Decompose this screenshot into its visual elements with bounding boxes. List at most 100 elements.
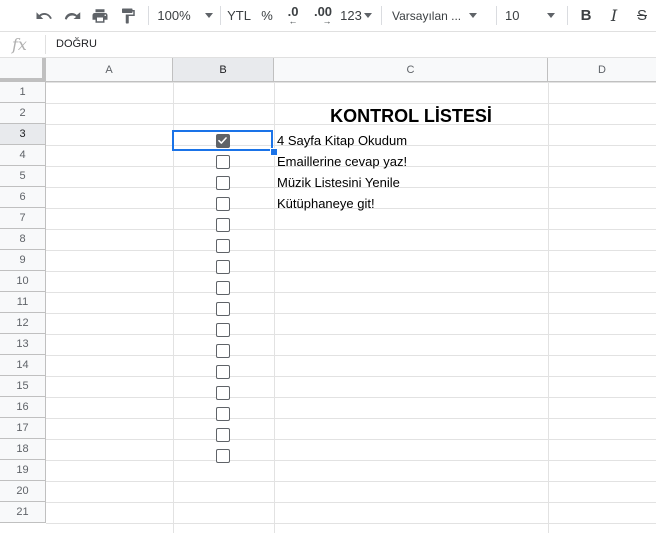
strikethrough-icon: S [636, 7, 647, 24]
row-label: 9 [19, 254, 26, 266]
spreadsheet-grid[interactable]: A B C D 1 2 3 4 5 6 7 8 9 10 11 12 13 14 15 16 17 18 19 20 2… [0, 58, 656, 533]
italic-button[interactable]: I [604, 0, 624, 31]
row-header[interactable]: 9 [0, 250, 46, 271]
checkbox[interactable] [216, 217, 230, 232]
row-label: 20 [16, 485, 29, 497]
arrow-right-icon: → [322, 16, 332, 26]
row-label: 11 [16, 296, 29, 308]
zoom-select[interactable]: 100% [155, 0, 215, 31]
row-header[interactable]: 1 [0, 82, 46, 103]
row-label: 18 [16, 443, 29, 455]
toolbar-divider [220, 6, 221, 25]
number-format-select[interactable]: 123 [338, 0, 374, 31]
row-header[interactable]: 18 [0, 439, 46, 460]
row-header[interactable]: 5 [0, 166, 46, 187]
column-label: A [105, 63, 113, 76]
checkbox[interactable] [216, 322, 230, 337]
redo-icon[interactable] [60, 0, 84, 31]
bold-button[interactable]: B [576, 0, 596, 31]
row-label: 21 [16, 506, 29, 518]
formula-bar: fx DOĞRU [0, 31, 656, 58]
chevron-down-icon [204, 13, 213, 18]
row-label: 17 [16, 422, 29, 434]
checkbox[interactable] [216, 301, 230, 316]
row-header[interactable]: 12 [0, 313, 46, 334]
toolbar-divider [381, 6, 382, 25]
column-header-d[interactable]: D [548, 58, 656, 82]
checkbox[interactable] [216, 343, 230, 358]
currency-label: YTL [227, 8, 251, 23]
undo-icon[interactable] [32, 0, 56, 31]
decrease-decimal-button[interactable]: .0 ← [282, 0, 304, 31]
font-family-value: Varsayılan ... [392, 8, 462, 23]
row-header[interactable]: 11 [0, 292, 46, 313]
sheet-title[interactable]: KONTROL LİSTESİ [274, 106, 548, 127]
column-header-a[interactable]: A [46, 58, 173, 82]
paint-format-icon[interactable] [116, 0, 140, 31]
font-size-select[interactable]: 10 [505, 0, 561, 31]
row-label: 8 [19, 233, 26, 245]
strikethrough-button[interactable]: S [632, 0, 652, 31]
arrow-left-icon: ← [288, 16, 298, 26]
checkbox[interactable] [216, 259, 230, 274]
select-all-corner[interactable] [0, 58, 46, 82]
row-header[interactable]: 8 [0, 229, 46, 250]
row-header[interactable]: 14 [0, 355, 46, 376]
row-label: 2 [19, 107, 26, 119]
row-header[interactable]: 17 [0, 418, 46, 439]
row-label: 1 [19, 86, 26, 98]
row-label: 7 [19, 212, 26, 224]
row-header[interactable]: 13 [0, 334, 46, 355]
fill-handle[interactable] [270, 148, 278, 156]
checkbox[interactable] [216, 427, 230, 442]
row-label: 5 [19, 170, 26, 182]
column-label: D [598, 63, 606, 76]
row-header[interactable]: 6 [0, 187, 46, 208]
column-label: C [406, 63, 415, 76]
number-format-label: 123 [340, 8, 362, 23]
font-family-select[interactable]: Varsayılan ... [392, 0, 492, 31]
column-label: B [219, 63, 227, 76]
italic-icon: I [610, 6, 618, 25]
font-size-value: 10 [505, 8, 520, 23]
print-icon[interactable] [88, 0, 112, 31]
formula-input[interactable]: DOĞRU [56, 38, 97, 50]
checkbox[interactable] [216, 406, 230, 421]
row-label: 4 [19, 149, 26, 161]
task-cell[interactable]: Kütüphaneye git! [277, 193, 375, 214]
checkbox[interactable] [216, 154, 230, 169]
row-header[interactable]: 16 [0, 397, 46, 418]
row-header[interactable]: 15 [0, 376, 46, 397]
fx-icon: fx [12, 35, 27, 54]
row-label: 10 [16, 275, 29, 287]
row-header[interactable]: 19 [0, 460, 46, 481]
toolbar: 100% YTL % .0 ← .00 → 123 Varsayılan ...… [0, 0, 656, 31]
row-header[interactable]: 3 [0, 124, 46, 145]
task-cell[interactable]: Emaillerine cevap yaz! [277, 151, 407, 172]
checkbox[interactable] [216, 280, 230, 295]
checkbox[interactable] [216, 364, 230, 379]
column-header-c[interactable]: C [274, 58, 548, 82]
checkbox[interactable] [216, 448, 230, 463]
row-label: 3 [19, 128, 26, 140]
chevron-down-icon [363, 13, 372, 18]
percent-format-button[interactable]: % [258, 0, 276, 31]
checkbox[interactable] [216, 196, 230, 211]
row-header[interactable]: 21 [0, 502, 46, 523]
checkbox[interactable] [216, 238, 230, 253]
row-header[interactable]: 20 [0, 481, 46, 502]
column-header-b[interactable]: B [173, 58, 274, 82]
zoom-value: 100% [157, 8, 191, 23]
row-header[interactable]: 2 [0, 103, 46, 124]
task-cell[interactable]: 4 Sayfa Kitap Okudum [277, 130, 407, 151]
row-header[interactable]: 7 [0, 208, 46, 229]
checkbox[interactable] [216, 385, 230, 400]
toolbar-divider [496, 6, 497, 25]
active-cell-selection [172, 130, 273, 151]
row-header[interactable]: 10 [0, 271, 46, 292]
increase-decimal-button[interactable]: .00 → [310, 0, 336, 31]
checkbox[interactable] [216, 175, 230, 190]
row-header[interactable]: 4 [0, 145, 46, 166]
task-cell[interactable]: Müzik Listesini Yenile [277, 172, 400, 193]
currency-format-button[interactable]: YTL [224, 0, 254, 31]
